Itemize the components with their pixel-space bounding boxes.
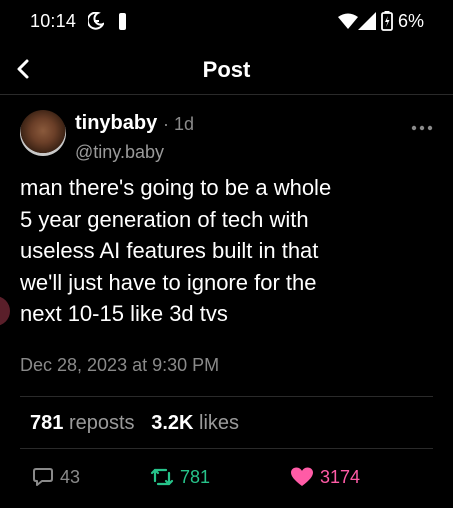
avatar[interactable] xyxy=(20,110,66,156)
divider xyxy=(20,448,433,449)
like-count: 3174 xyxy=(320,466,361,487)
cell-signal-icon xyxy=(358,12,376,30)
repost-count: 781 xyxy=(180,466,211,487)
reposts-count[interactable]: 781 xyxy=(30,412,63,434)
divider xyxy=(20,396,433,397)
author-username[interactable]: tinybaby xyxy=(75,112,157,135)
post-text-line: 5 year generation of tech with xyxy=(20,206,309,232)
post-text-line: man there's going to be a whole xyxy=(20,175,332,200)
page-title: Post xyxy=(202,57,251,82)
clock: 10:14 xyxy=(30,11,77,31)
author-handle[interactable]: @tiny.baby xyxy=(75,142,164,163)
post-text-line: next 10-15 like 3d tvs xyxy=(20,301,228,326)
do-not-disturb-icon xyxy=(88,12,104,30)
status-bar: 10:14 6% xyxy=(0,0,453,44)
like-button[interactable]: 3174 xyxy=(290,466,360,488)
battery-icon xyxy=(381,11,393,31)
repost-button[interactable]: 781 xyxy=(150,466,210,488)
engagement-stats: 781 reposts 3.2K likes xyxy=(30,412,239,435)
reply-icon xyxy=(33,468,53,486)
reply-count: 43 xyxy=(60,466,81,487)
more-options-icon[interactable] xyxy=(410,124,434,132)
notification-icon xyxy=(119,13,126,30)
post-body: man there's going to be a whole 5 year g… xyxy=(20,172,420,330)
post-timestamp: Dec 28, 2023 at 9:30 PM xyxy=(20,355,220,375)
wifi-icon xyxy=(338,13,358,29)
reposts-label[interactable]: reposts xyxy=(69,412,135,434)
post-text-line: useless AI features built in that xyxy=(20,238,319,263)
battery-percent: 6% xyxy=(398,11,425,31)
repost-icon xyxy=(150,468,174,486)
action-bar: 43 781 3174 xyxy=(0,466,453,494)
post-text-line: we'll just have to ignore for the xyxy=(20,269,317,295)
post-age: · 1d xyxy=(163,114,195,134)
heart-icon xyxy=(291,467,313,486)
side-search-tab[interactable] xyxy=(0,296,10,326)
likes-label[interactable]: likes xyxy=(199,412,239,434)
likes-count[interactable]: 3.2K xyxy=(151,412,193,434)
top-nav: Post xyxy=(0,44,453,95)
reply-button[interactable]: 43 xyxy=(32,466,80,488)
